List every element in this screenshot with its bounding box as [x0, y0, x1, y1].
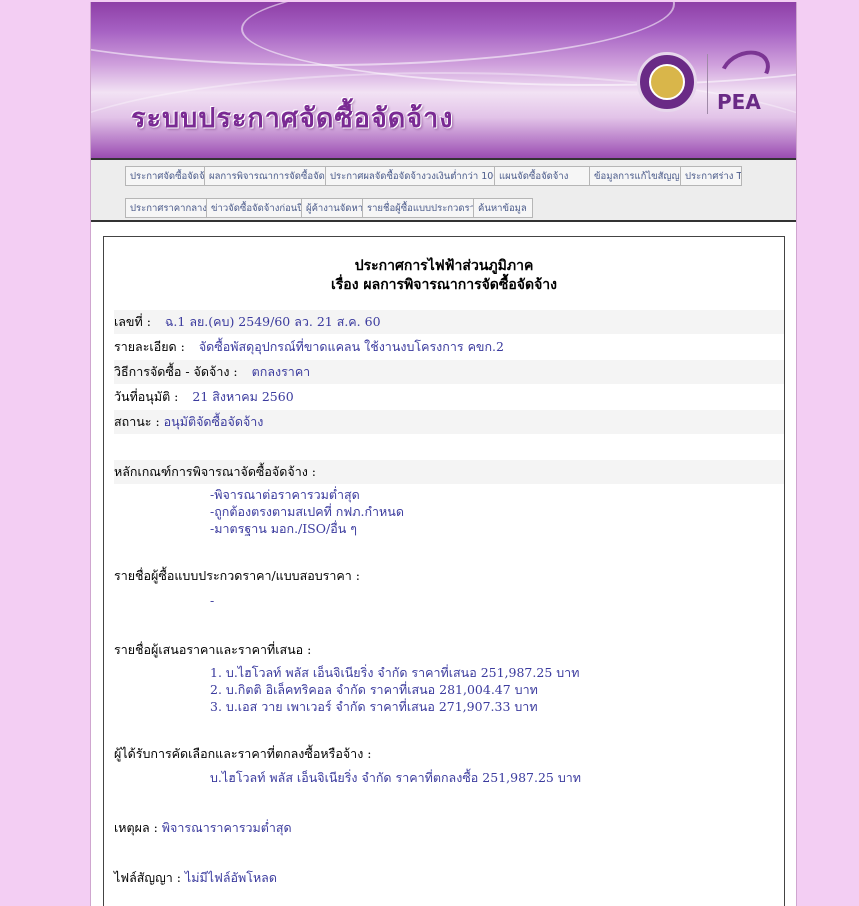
row-contract-file: ไฟล์สัญญา : ไม่มีไฟล์อัพโหลด [114, 866, 784, 890]
site-title: ระบบประกาศจัดซื้อจัดจ้าง [131, 103, 454, 134]
nav-row-1: ประกาศจัดซื้อจัดจ้าง ผลการพิจารณาการจัดซ… [125, 166, 742, 188]
pea-logo: PEA [711, 42, 787, 118]
row-reason: เหตุผล : พิจารณาราคารวมต่ำสุด [114, 816, 784, 840]
page-frame: ระบบประกาศจัดซื้อจัดจ้าง PEA ประกาศจัดซื… [90, 2, 797, 906]
approve-label: วันที่อนุมัติ : [114, 389, 179, 404]
row-method: วิธีการจัดซื้อ - จัดจ้าง : ตกลงราคา [114, 360, 784, 384]
row-buyers: รายชื่อผู้ซื้อแบบประกวดราคา/แบบสอบราคา : [114, 564, 784, 588]
nav-menu: ประกาศจัดซื้อจัดจ้าง ผลการพิจารณาการจัดซ… [91, 160, 796, 222]
method-value: ตกลงราคา [251, 364, 311, 379]
nav-news-before-2556[interactable]: ข่าวจัดซื้อจัดจ้างก่อนปี 2556 [206, 198, 302, 218]
nav-procurement-result[interactable]: ผลการพิจารณาการจัดซื้อจัดจ้าง [204, 166, 326, 186]
announcement-box: ประกาศการไฟฟ้าส่วนภูมิภาค เรื่อง ผลการพิ… [103, 236, 785, 906]
detail-value: จัดซื้อพัสดุอุปกรณ์ที่ขาดแคลน ใช้งานงบโค… [198, 339, 504, 354]
bidder-item: 1. บ.ไฮโวลท์ พลัส เอ็นจิเนียริ่ง จำกัด ร… [210, 665, 580, 680]
nav-contract-amend[interactable]: ข้อมูลการแก้ไขสัญญา [589, 166, 681, 186]
row-detail: รายละเอียด : จัดซื้อพัสดุอุปกรณ์ที่ขาดแคล… [114, 335, 784, 359]
detail-label: รายละเอียด : [114, 339, 185, 354]
logo-divider [707, 54, 708, 114]
nav-procurement-announce[interactable]: ประกาศจัดซื้อจัดจ้าง [125, 166, 205, 186]
nav-result-under-100k[interactable]: ประกาศผลจัดซื้อจัดจ้างวงเงินต่ำกว่า 100,… [325, 166, 495, 186]
criteria-item: -มาตรฐาน มอก./ISO/อื่น ๆ [210, 521, 357, 536]
winner-value: บ.ไฮโวลท์ พลัส เอ็นจิเนียริ่ง จำกัด ราคา… [210, 770, 582, 785]
criteria-item: -พิจารณาต่อราคารวมต่ำสุด [210, 487, 360, 502]
nav-median-price[interactable]: ประกาศราคากลาง [125, 198, 207, 218]
pea-seal-logo [637, 52, 697, 112]
row-bidders: รายชื่อผู้เสนอราคาและราคาที่เสนอ : [114, 638, 784, 662]
row-number: เลขที่ : ฉ.1 ลย.(คบ) 2549/60 ลว. 21 ส.ค. … [114, 310, 784, 334]
number-value: ฉ.1 ลย.(คบ) 2549/60 ลว. 21 ส.ค. 60 [164, 314, 381, 329]
row-approve-date: วันที่อนุมัติ : 21 สิงหาคม 2560 [114, 385, 784, 409]
row-status: สถานะ : อนุมัติจัดซื้อจัดจ้าง [114, 410, 784, 434]
pea-logo-text: PEA [717, 90, 761, 114]
nav-procurement-plan[interactable]: แผนจัดซื้อจัดจ้าง [494, 166, 590, 186]
row-criteria: หลักเกณฑ์การพิจารณาจัดซื้อจัดจ้าง : [114, 460, 784, 484]
status-label: สถานะ : [114, 414, 160, 429]
nav-tor-draft[interactable]: ประกาศร่าง TOR [680, 166, 742, 186]
row-winner: ผู้ได้รับการคัดเลือกและราคาที่ตกลงซื้อหร… [114, 742, 784, 766]
number-label: เลขที่ : [114, 314, 151, 329]
bidder-item: 3. บ.เอส วาย เพาเวอร์ จำกัด ราคาที่เสนอ … [210, 699, 538, 714]
criteria-label: หลักเกณฑ์การพิจารณาจัดซื้อจัดจ้าง : [114, 464, 317, 479]
reason-label: เหตุผล : [114, 820, 158, 835]
nav-supplier[interactable]: ผู้ค้างานจัดหา [301, 198, 363, 218]
banner: ระบบประกาศจัดซื้อจัดจ้าง PEA [91, 2, 796, 158]
criteria-item: -ถูกต้องตรงตามสเปคที่ กฟภ.กำหนด [210, 504, 404, 519]
buyers-label: รายชื่อผู้ซื้อแบบประกวดราคา/แบบสอบราคา : [114, 568, 360, 583]
contract-label: ไฟล์สัญญา : [114, 870, 181, 885]
buyers-value: - [210, 593, 215, 608]
bidders-label: รายชื่อผู้เสนอราคาและราคาที่เสนอ : [114, 642, 312, 657]
reason-value: พิจารณาราคารวมต่ำสุด [161, 820, 292, 835]
nav-bid-buyers[interactable]: รายชื่อผู้ซื้อแบบประกวดราคา [362, 198, 474, 218]
method-label: วิธีการจัดซื้อ - จัดจ้าง : [114, 364, 238, 379]
nav-row-2: ประกาศราคากลาง ข่าวจัดซื้อจัดจ้างก่อนปี … [125, 198, 533, 220]
approve-value: 21 สิงหาคม 2560 [192, 389, 294, 404]
contract-value[interactable]: ไม่มีไฟล์อัพโหลด [185, 870, 277, 885]
bidder-item: 2. บ.กิตติ อิเล็คทริคอล จำกัด ราคาที่เสน… [210, 682, 538, 697]
nav-search[interactable]: ค้นหาข้อมูล [473, 198, 533, 218]
winner-label: ผู้ได้รับการคัดเลือกและราคาที่ตกลงซื้อหร… [114, 746, 372, 761]
status-value: อนุมัติจัดซื้อจัดจ้าง [163, 414, 264, 429]
announcement-subject: เรื่อง ผลการพิจารณาการจัดซื้อจัดจ้าง [331, 277, 557, 293]
